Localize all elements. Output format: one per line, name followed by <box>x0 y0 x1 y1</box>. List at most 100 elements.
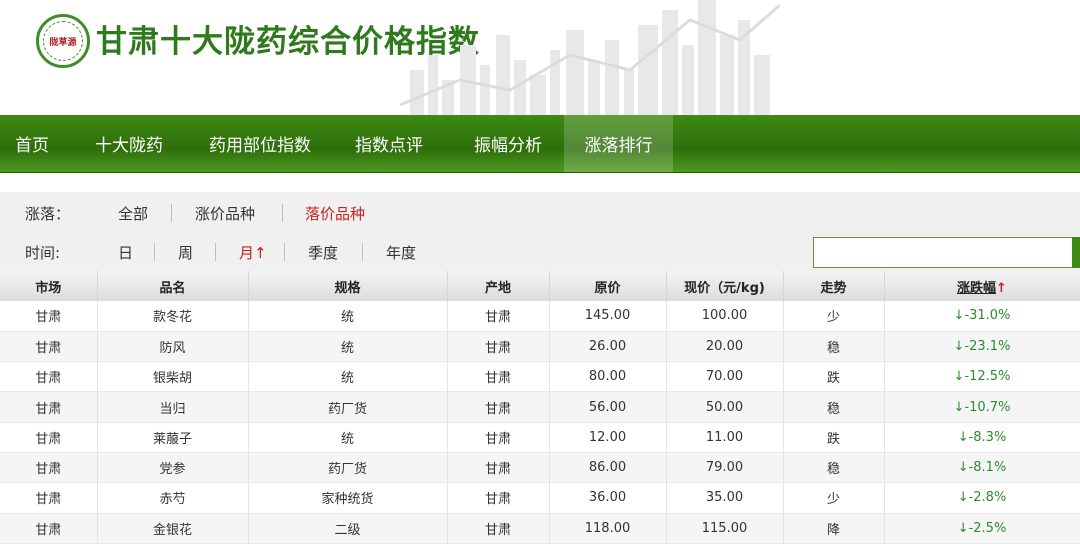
cell-market: 甘肃 <box>0 331 98 363</box>
cell-name: 银柴胡 <box>97 361 249 393</box>
cell-trend: 稳 <box>783 331 885 363</box>
cell-market: 甘肃 <box>0 452 98 484</box>
column-header-old-price[interactable]: 原价 <box>549 271 667 301</box>
cell-old-price: 12.00 <box>549 422 667 453</box>
cell-origin: 甘肃 <box>447 513 550 544</box>
cell-name: 防风 <box>97 331 249 363</box>
column-header-change[interactable]: 涨跌幅↑ <box>884 271 1080 301</box>
site-header: 陇草源 甘肃十大陇药综合价格指数 <box>0 0 1080 115</box>
search-input[interactable] <box>813 237 1075 268</box>
cell-change: ↓-23.1% <box>884 331 1080 363</box>
table-row[interactable]: 甘肃 金银花 二级 甘肃 118.00 115.00 降 ↓-2.5% <box>0 513 1080 544</box>
table-row[interactable]: 甘肃 党参 药厂货 甘肃 86.00 79.00 稳 ↓-8.1% <box>0 452 1080 484</box>
table-row[interactable]: 甘肃 银柴胡 统 甘肃 80.00 70.00 跌 ↓-12.5% <box>0 361 1080 393</box>
cell-trend: 少 <box>783 482 885 514</box>
column-header-name[interactable]: 品名 <box>97 271 249 301</box>
cell-origin: 甘肃 <box>447 452 550 484</box>
cell-current-price: 100.00 <box>666 301 784 332</box>
cell-market: 甘肃 <box>0 301 98 332</box>
cell-current-price: 35.00 <box>666 482 784 514</box>
cell-spec: 统 <box>248 301 448 332</box>
cell-change: ↓-2.5% <box>884 513 1080 544</box>
cell-current-price: 115.00 <box>666 513 784 544</box>
table-header-row: 市场 品名 规格 产地 原价 现价（元/kg) 走势 涨跌幅↑ <box>0 271 1080 301</box>
change-filter-row: 涨落： 全部 涨价品种 落价品种 <box>0 198 1080 228</box>
time-option-year[interactable]: 年度 <box>386 242 416 263</box>
change-option-all[interactable]: 全部 <box>118 203 148 224</box>
cell-spec: 统 <box>248 422 448 453</box>
cell-market: 甘肃 <box>0 391 98 423</box>
cell-spec: 药厂货 <box>248 452 448 484</box>
time-option-week[interactable]: 周 <box>178 242 193 263</box>
time-option-quarter[interactable]: 季度 <box>308 242 338 263</box>
sort-arrow-up-icon: ↑ <box>996 280 1007 296</box>
table-row[interactable]: 甘肃 赤芍 家种统货 甘肃 36.00 35.00 少 ↓-2.8% <box>0 482 1080 514</box>
cell-change: ↓-10.7% <box>884 391 1080 423</box>
column-header-market[interactable]: 市场 <box>0 271 98 301</box>
cell-name: 金银花 <box>97 513 249 544</box>
cell-current-price: 11.00 <box>666 422 784 453</box>
cell-change: ↓-31.0% <box>884 301 1080 332</box>
cell-current-price: 79.00 <box>666 452 784 484</box>
cell-old-price: 86.00 <box>549 452 667 484</box>
cell-name: 款冬花 <box>97 301 249 332</box>
cell-current-price: 50.00 <box>666 391 784 423</box>
cell-trend: 稳 <box>783 452 885 484</box>
nav-item-home[interactable]: 首页 <box>0 115 64 172</box>
nav-item-ranking[interactable]: 涨落排行 <box>564 115 673 172</box>
search-button[interactable] <box>1072 237 1080 268</box>
cell-name: 当归 <box>97 391 249 423</box>
main-nav: 首页 十大陇药 药用部位指数 指数点评 振幅分析 涨落排行 <box>0 115 1080 173</box>
cell-change: ↓-2.8% <box>884 482 1080 514</box>
sort-change-link[interactable]: 涨跌幅 <box>957 281 996 296</box>
cell-trend: 跌 <box>783 422 885 453</box>
change-option-falling[interactable]: 落价品种 <box>305 203 365 224</box>
cell-trend: 跌 <box>783 361 885 393</box>
cell-spec: 药厂货 <box>248 391 448 423</box>
time-option-month[interactable]: 月↑ <box>239 242 267 263</box>
filter-panel: 涨落： 全部 涨价品种 落价品种 时间: 日 周 月↑ 季度 年度 <box>0 192 1080 271</box>
cell-market: 甘肃 <box>0 361 98 393</box>
cell-old-price: 118.00 <box>549 513 667 544</box>
column-header-current-price[interactable]: 现价（元/kg) <box>666 271 784 301</box>
cell-current-price: 20.00 <box>666 331 784 363</box>
cell-name: 赤芍 <box>97 482 249 514</box>
cell-market: 甘肃 <box>0 422 98 453</box>
nav-item-top-ten[interactable]: 十大陇药 <box>64 115 194 172</box>
nav-item-amplitude[interactable]: 振幅分析 <box>452 115 564 172</box>
logo-text: 陇草源 <box>43 21 83 61</box>
cell-market: 甘肃 <box>0 513 98 544</box>
table-row[interactable]: 甘肃 防风 统 甘肃 26.00 20.00 稳 ↓-23.1% <box>0 331 1080 363</box>
cell-old-price: 80.00 <box>549 361 667 393</box>
time-filter-label: 时间: <box>25 243 61 262</box>
cell-old-price: 36.00 <box>549 482 667 514</box>
cell-origin: 甘肃 <box>447 331 550 363</box>
column-header-trend[interactable]: 走势 <box>783 271 885 301</box>
column-header-origin[interactable]: 产地 <box>447 271 550 301</box>
table-row[interactable]: 甘肃 莱菔子 统 甘肃 12.00 11.00 跌 ↓-8.3% <box>0 422 1080 453</box>
cell-spec: 统 <box>248 331 448 363</box>
change-filter-label: 涨落： <box>25 204 71 223</box>
cell-current-price: 70.00 <box>666 361 784 393</box>
table-row[interactable]: 甘肃 当归 药厂货 甘肃 56.00 50.00 稳 ↓-10.7% <box>0 391 1080 423</box>
sort-arrow-up-icon: ↑ <box>254 243 267 262</box>
cell-name: 党参 <box>97 452 249 484</box>
cell-change: ↓-12.5% <box>884 361 1080 393</box>
cell-old-price: 56.00 <box>549 391 667 423</box>
skyline-decoration-icon <box>400 0 780 115</box>
cell-origin: 甘肃 <box>447 482 550 514</box>
column-header-spec[interactable]: 规格 <box>248 271 448 301</box>
site-logo[interactable]: 陇草源 <box>36 14 90 68</box>
time-option-day[interactable]: 日 <box>118 242 133 263</box>
cell-origin: 甘肃 <box>447 422 550 453</box>
cell-spec: 统 <box>248 361 448 393</box>
table-row[interactable]: 甘肃 款冬花 统 甘肃 145.00 100.00 少 ↓-31.0% <box>0 301 1080 332</box>
cell-trend: 少 <box>783 301 885 332</box>
cell-change: ↓-8.3% <box>884 422 1080 453</box>
cell-old-price: 145.00 <box>549 301 667 332</box>
change-option-rising[interactable]: 涨价品种 <box>195 203 255 224</box>
cell-origin: 甘肃 <box>447 361 550 393</box>
nav-item-part-index[interactable]: 药用部位指数 <box>194 115 326 172</box>
nav-item-commentary[interactable]: 指数点评 <box>326 115 452 172</box>
cell-trend: 稳 <box>783 391 885 423</box>
